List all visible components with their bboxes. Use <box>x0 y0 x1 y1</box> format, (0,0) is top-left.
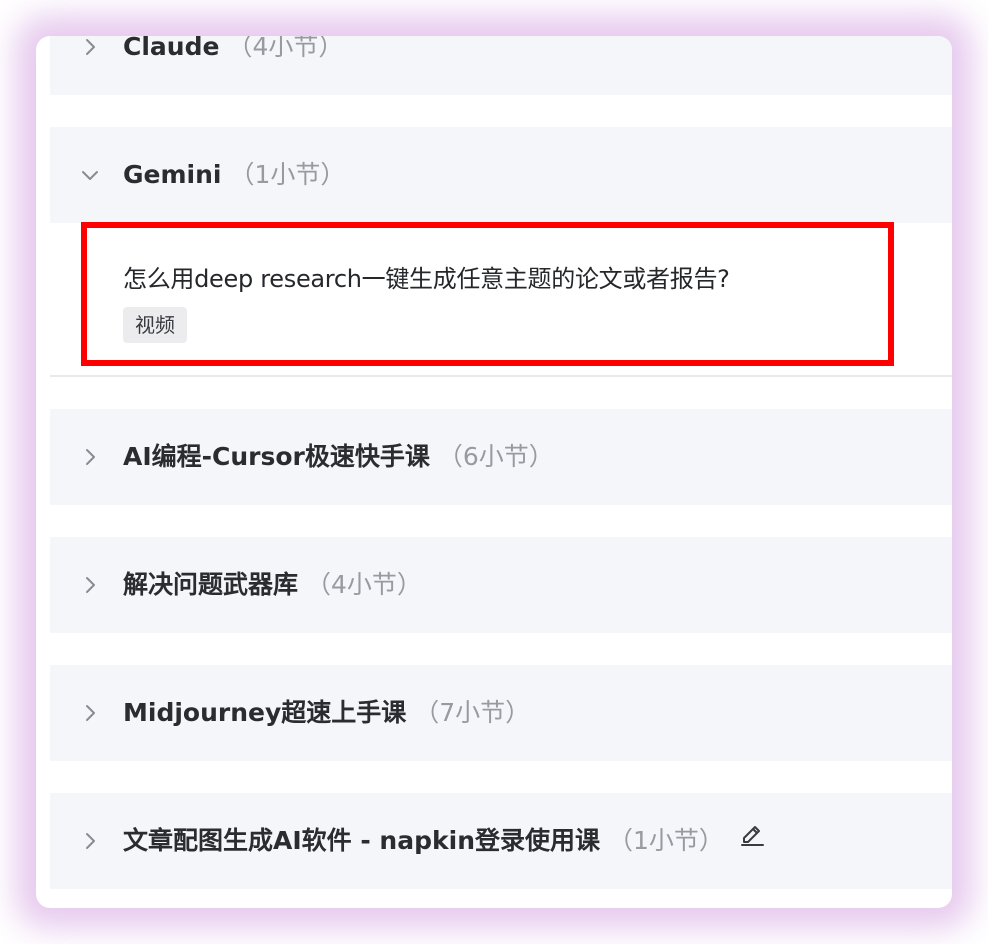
divider <box>50 375 952 377</box>
section-count: （7小节） <box>414 698 531 727</box>
section-header-claude[interactable]: Claude （4小节） <box>50 36 952 95</box>
section-title: Claude （4小节） <box>123 36 343 95</box>
chevron-right-icon <box>80 575 100 595</box>
section-header-gemini[interactable]: Gemini （1小节） <box>50 127 952 223</box>
lesson-title[interactable]: 怎么用deep research一键生成任意主题的论文或者报告? <box>123 259 730 294</box>
section-header-ai-cursor[interactable]: AI编程-Cursor极速快手课 （6小节） <box>50 409 952 505</box>
section-title: Gemini （1小节） <box>123 160 346 189</box>
lesson-type-badge: 视频 <box>123 307 187 343</box>
course-outline-card: Claude （4小节） Gemini （1小节） 怎么用deep research… <box>36 36 952 908</box>
section-count: （4小节） <box>306 570 422 599</box>
section-count: （1小节） <box>608 826 724 855</box>
section-header-midjourney[interactable]: Midjourney超速上手课 （7小节） <box>50 665 952 761</box>
chevron-right-icon <box>80 37 100 57</box>
section-count: （6小节） <box>437 442 554 471</box>
section-count: （1小节） <box>229 160 346 189</box>
section-count: （4小节） <box>227 36 344 61</box>
section-title: 解决问题武器库 （4小节） <box>123 570 422 599</box>
section-title: AI编程-Cursor极速快手课 （6小节） <box>123 442 554 471</box>
edit-icon[interactable] <box>738 791 766 887</box>
chevron-right-icon <box>80 703 100 723</box>
lesson-item[interactable]: 怎么用deep research一键生成任意主题的论文或者报告? 视频 <box>81 222 894 366</box>
chevron-right-icon <box>80 831 100 851</box>
section-header-napkin[interactable]: 文章配图生成AI软件 - napkin登录使用课 （1小节） <box>50 793 952 889</box>
chevron-down-icon <box>80 165 100 185</box>
section-title: 文章配图生成AI软件 - napkin登录使用课 （1小节） <box>123 793 766 889</box>
section-header-toolbox[interactable]: 解决问题武器库 （4小节） <box>50 537 952 633</box>
chevron-right-icon <box>80 447 100 467</box>
section-title: Midjourney超速上手课 （7小节） <box>123 698 531 727</box>
